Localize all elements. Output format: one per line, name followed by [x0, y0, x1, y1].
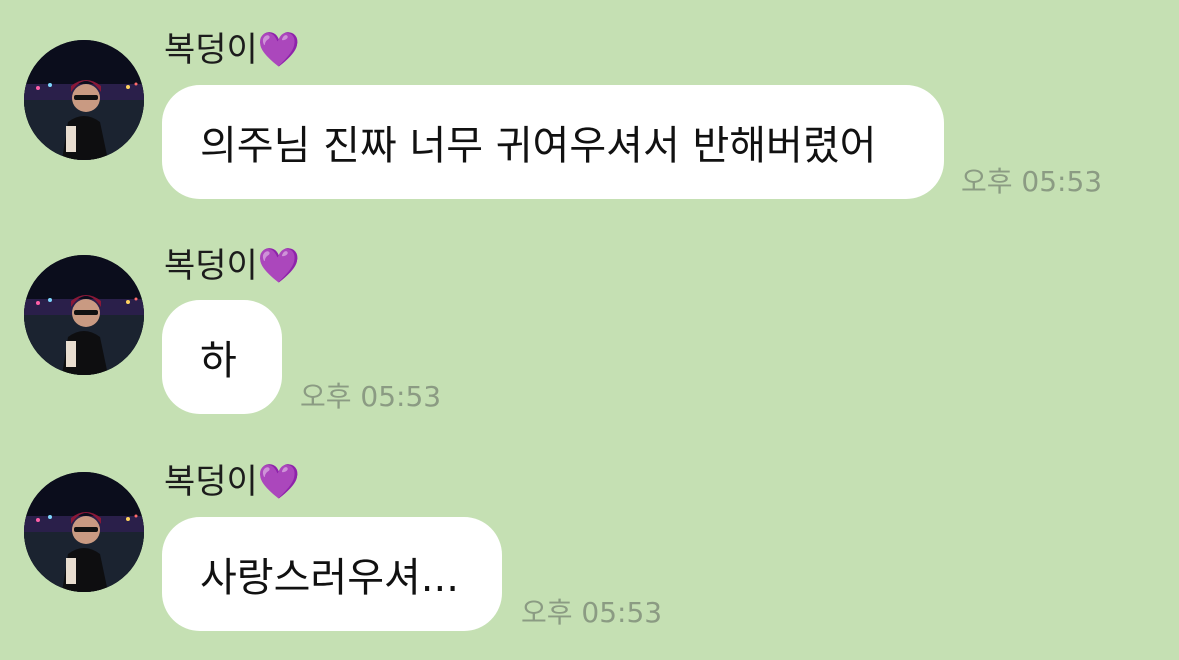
message-bubble[interactable]: 사랑스러우셔... [162, 517, 502, 631]
message-row: 복덩이💜 사랑스러우셔... 오후 05:53 [0, 0, 1179, 660]
sender-name-label: 복덩이💜 [164, 462, 301, 502]
sender-name: 복덩이💜 [164, 462, 300, 502]
message-text: 사랑스러우셔... [200, 555, 459, 601]
message-timestamp: 오후 05:53 [521, 596, 663, 629]
avatar[interactable] [24, 472, 144, 592]
profile-photo-icon [24, 472, 144, 592]
